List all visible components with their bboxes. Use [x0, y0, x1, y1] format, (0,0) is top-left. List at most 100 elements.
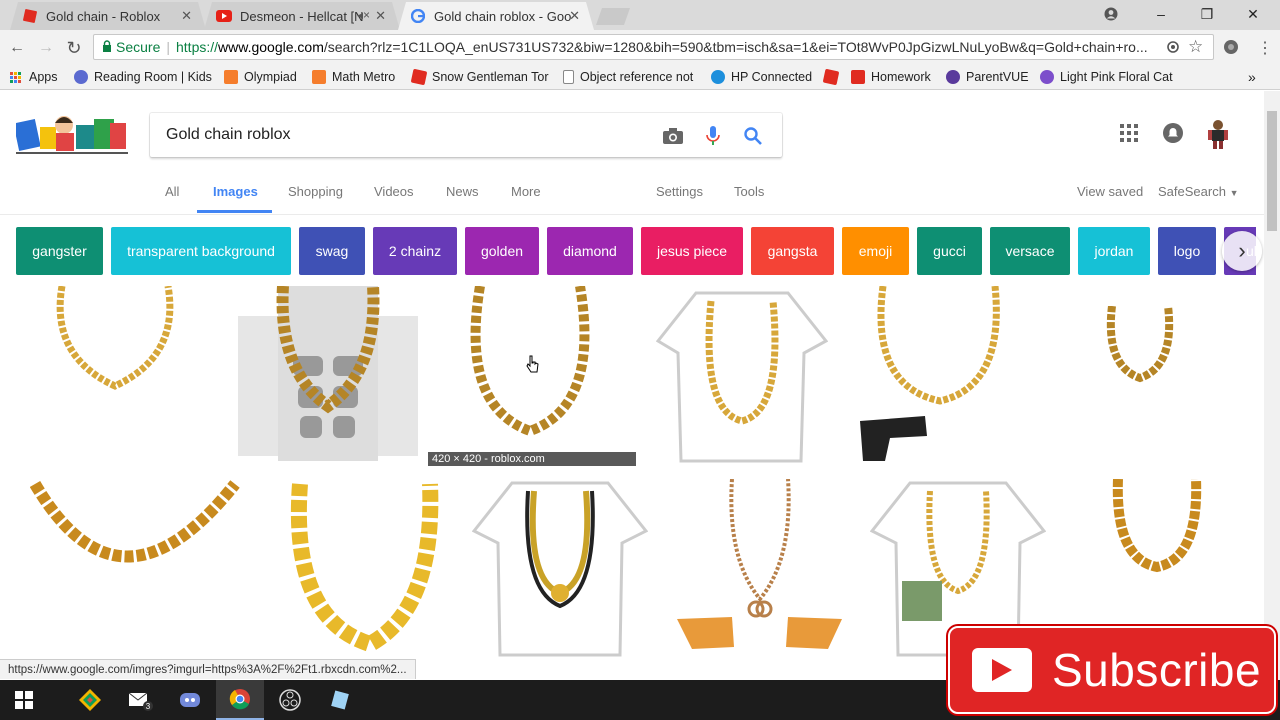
- tab-more[interactable]: More: [511, 184, 541, 199]
- sketch-app-icon[interactable]: [66, 680, 114, 720]
- tab-videos[interactable]: Videos: [374, 184, 414, 199]
- bookmark-object-reference[interactable]: Object reference not: [563, 68, 693, 86]
- back-button[interactable]: ←: [6, 37, 28, 59]
- image-result[interactable]: [270, 479, 440, 659]
- bookmark-star-icon[interactable]: ☆: [1188, 37, 1203, 57]
- subscribe-label: Subscribe: [1052, 644, 1262, 696]
- tab-all[interactable]: All: [165, 184, 179, 199]
- apps-icon: [10, 71, 21, 83]
- bookmark-snow-gentleman[interactable]: Snow Gentleman Tor: [410, 68, 549, 86]
- apps-grid-icon[interactable]: [1117, 121, 1141, 145]
- chip-swag[interactable]: swag: [299, 227, 365, 275]
- bookmark-hp-connected[interactable]: HP Connected: [711, 68, 812, 86]
- close-icon[interactable]: ✕: [375, 8, 386, 24]
- image-result[interactable]: [238, 286, 418, 461]
- tab-strip: Gold chain - Roblox ✕ Desmeon - Hellcat …: [0, 0, 1280, 30]
- subscribe-overlay-button[interactable]: Subscribe: [948, 626, 1276, 714]
- chip-jesus-piece[interactable]: jesus piece: [641, 227, 743, 275]
- location-icon[interactable]: [1164, 38, 1182, 61]
- image-result[interactable]: [672, 479, 848, 659]
- tab-title: Desmeon - Hellcat [N: [240, 8, 364, 24]
- bookmark-homework[interactable]: Homework: [851, 68, 931, 86]
- chip-label: diamond: [563, 243, 617, 259]
- image-result[interactable]: [656, 291, 828, 463]
- close-icon[interactable]: ✕: [569, 8, 580, 24]
- chip-golden[interactable]: golden: [465, 227, 539, 275]
- bookmark-label: Object reference not: [580, 70, 694, 84]
- chip-gangsta[interactable]: gangsta: [751, 227, 834, 275]
- chip-gangster[interactable]: gangster: [16, 227, 103, 275]
- image-result[interactable]: [1110, 479, 1204, 579]
- bookmark-light-pink-floral[interactable]: Light Pink Floral Cat: [1040, 68, 1173, 86]
- new-tab-button[interactable]: [596, 8, 630, 25]
- bookmark-math-metro[interactable]: Math Metro: [312, 68, 395, 86]
- image-result[interactable]: [1100, 306, 1180, 386]
- obs-icon[interactable]: [266, 680, 314, 720]
- status-bar: https://www.google.com/imgres?imgurl=htt…: [0, 659, 416, 679]
- address-bar[interactable]: Secure | https://www.google.com/search?r…: [93, 34, 1214, 60]
- user-icon[interactable]: [1088, 0, 1134, 28]
- chip-emoji[interactable]: emoji: [842, 227, 909, 275]
- browser-tab-youtube[interactable]: Desmeon - Hellcat [N ◂× ✕: [204, 2, 400, 30]
- chip-diamond[interactable]: diamond: [547, 227, 633, 275]
- maximize-button[interactable]: ❐: [1184, 0, 1230, 28]
- omnibox-divider: |: [166, 39, 170, 55]
- image-result[interactable]: [472, 481, 648, 657]
- settings-link[interactable]: Settings: [656, 184, 703, 199]
- notifications-icon[interactable]: [1161, 121, 1185, 145]
- mail-icon[interactable]: 3: [116, 680, 164, 720]
- image-result[interactable]: [40, 286, 190, 396]
- chip-versace[interactable]: versace: [990, 227, 1070, 275]
- parentvue-icon: [946, 70, 960, 84]
- google-doodle-logo[interactable]: [13, 109, 130, 157]
- chip-2-chainz[interactable]: 2 chainz: [373, 227, 457, 275]
- extension-icon[interactable]: [1222, 38, 1240, 61]
- bookmark-label: Math Metro: [332, 70, 396, 84]
- tab-news[interactable]: News: [446, 184, 479, 199]
- search-box[interactable]: [150, 113, 782, 157]
- bookmark-olympiad[interactable]: Olympiad: [224, 68, 297, 86]
- page-scrollbar[interactable]: [1264, 91, 1280, 680]
- bookmark-roblox[interactable]: [822, 68, 844, 86]
- camera-icon[interactable]: [662, 125, 684, 147]
- close-window-button[interactable]: ✕: [1230, 0, 1276, 28]
- view-saved-link[interactable]: View saved: [1077, 184, 1143, 199]
- safesearch-dropdown[interactable]: SafeSearch ▼: [1158, 184, 1238, 199]
- browser-tab-google[interactable]: Gold chain roblox - Goo ✕: [398, 2, 594, 30]
- browser-tab-roblox[interactable]: Gold chain - Roblox ✕: [10, 2, 206, 30]
- chip-jordan[interactable]: jordan: [1078, 227, 1150, 275]
- tab-images[interactable]: Images: [213, 184, 258, 199]
- close-icon[interactable]: ✕: [181, 8, 192, 24]
- avatar[interactable]: [1205, 119, 1231, 149]
- chevron-right-icon[interactable]: ›: [1222, 231, 1262, 271]
- chip-gucci[interactable]: gucci: [917, 227, 982, 275]
- url-host: www.google.com: [218, 39, 324, 55]
- tab-shopping[interactable]: Shopping: [288, 184, 343, 199]
- mute-icon[interactable]: ◂×: [357, 8, 370, 22]
- bookmark-apps[interactable]: Apps: [10, 68, 58, 86]
- minimize-button[interactable]: –: [1138, 0, 1184, 28]
- image-result[interactable]: [30, 479, 240, 599]
- scrollbar-thumb[interactable]: [1267, 111, 1277, 231]
- menu-icon[interactable]: ⋮: [1257, 38, 1273, 58]
- chrome-icon[interactable]: [216, 680, 264, 720]
- image-result[interactable]: [855, 286, 1005, 466]
- microphone-icon[interactable]: [702, 125, 724, 147]
- bookmark-reading-room[interactable]: Reading Room | Kids: [74, 68, 212, 86]
- reload-button[interactable]: ↻: [63, 37, 85, 59]
- bookmark-parentvue[interactable]: ParentVUE: [946, 68, 1029, 86]
- roblox-icon: [822, 68, 840, 86]
- tools-link[interactable]: Tools: [734, 184, 764, 199]
- search-input[interactable]: [166, 126, 646, 144]
- chip-logo[interactable]: logo: [1158, 227, 1216, 275]
- search-icon[interactable]: [742, 125, 764, 147]
- forward-button[interactable]: →: [35, 37, 57, 59]
- windows-start-icon[interactable]: [0, 680, 48, 720]
- chip-transparent-background[interactable]: transparent background: [111, 227, 291, 275]
- bookmarks-overflow-button[interactable]: »: [1248, 68, 1256, 86]
- discord-icon[interactable]: [166, 680, 214, 720]
- notepad-icon[interactable]: [316, 680, 364, 720]
- related-search-chips: gangster transparent background swag 2 c…: [16, 227, 1256, 275]
- bookmark-label: Olympiad: [244, 70, 297, 84]
- roblox-icon: [22, 8, 38, 24]
